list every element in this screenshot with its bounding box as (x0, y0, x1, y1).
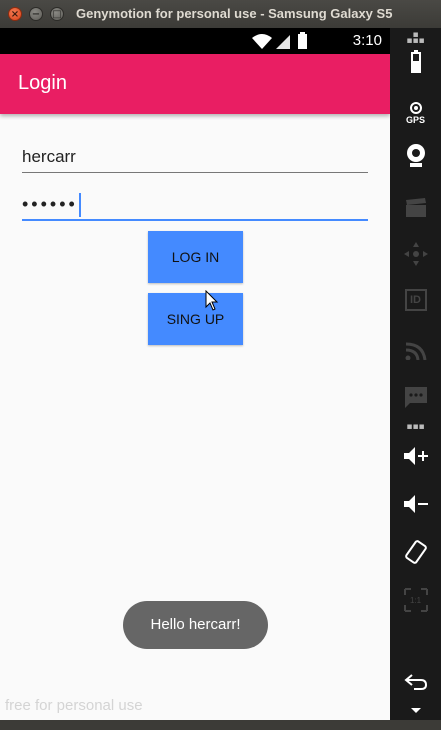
window-title-bar: × − □ Genymotion for personal use - Sams… (0, 0, 441, 28)
watermark: free for personal use (5, 697, 143, 714)
password-value: •••••• (22, 193, 78, 214)
status-bar: 3:10 (0, 28, 390, 54)
id-icon[interactable]: ID (390, 280, 441, 320)
sms-icon[interactable] (390, 378, 441, 418)
volume-up-icon[interactable] (390, 436, 441, 476)
password-field[interactable]: •••••• (22, 191, 368, 221)
gps-icon[interactable]: GPS (390, 88, 441, 128)
text-caret (78, 193, 81, 217)
menu-icon[interactable] (390, 690, 441, 730)
move-icon[interactable] (390, 234, 441, 274)
network-icon[interactable] (390, 330, 441, 370)
more-dots-icon: ▪▪▪ (406, 422, 425, 432)
toast-message: Hello hercarr! (123, 601, 268, 649)
page-title: Login (18, 72, 67, 94)
genymotion-toolbar: ▪ ▪▪▪ GPS ID ▪▪▪ 1:1 (390, 28, 441, 720)
username-value: hercarr (22, 147, 76, 166)
mouse-cursor-icon (205, 290, 219, 311)
username-field[interactable]: hercarr (22, 143, 368, 173)
scale-icon[interactable]: 1:1 (390, 580, 441, 620)
video-icon[interactable] (390, 188, 441, 228)
signup-button[interactable]: SING UP (148, 293, 243, 345)
window-close-button[interactable]: × (8, 7, 22, 21)
login-button[interactable]: LOG IN (148, 231, 243, 283)
status-clock: 3:10 (352, 32, 382, 49)
app-bar: Login (0, 54, 390, 114)
wifi-signal-battery-icon (252, 32, 307, 49)
window-title: Genymotion for personal use - Samsung Ga… (76, 6, 393, 21)
device-screen: 3:10 Login hercarr •••••• LOG IN SING UP… (0, 28, 390, 720)
battery-icon[interactable] (390, 42, 441, 82)
window-minimize-button[interactable]: − (29, 7, 43, 21)
status-icons (250, 32, 330, 50)
window-maximize-button[interactable]: □ (50, 7, 64, 21)
rotate-icon[interactable] (390, 532, 441, 572)
volume-down-icon[interactable] (390, 484, 441, 524)
camera-icon[interactable] (390, 136, 441, 176)
